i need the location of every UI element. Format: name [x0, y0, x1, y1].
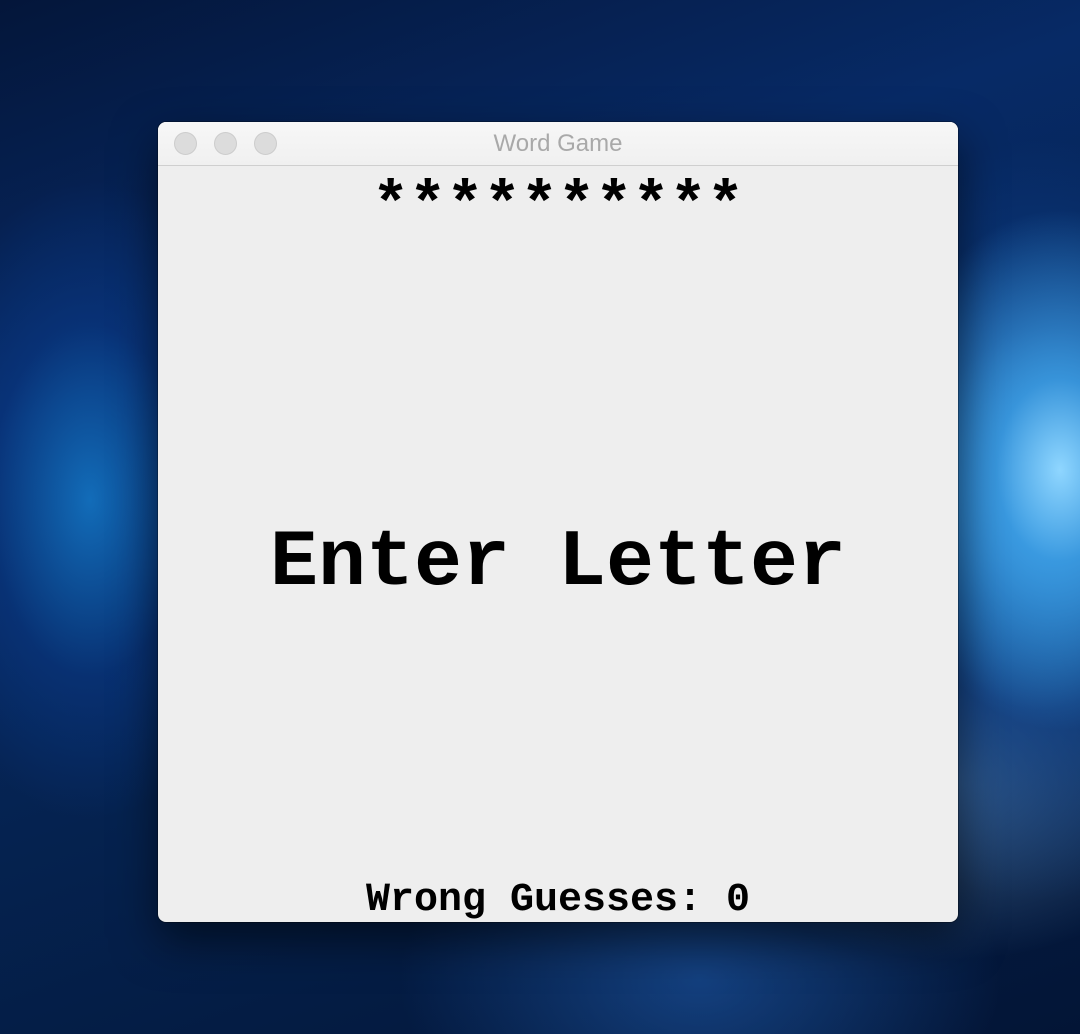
- title-bar[interactable]: Word Game: [158, 122, 958, 166]
- masked-word: **********: [371, 171, 745, 242]
- desktop: { "window": { "title": "Word Game" }, "g…: [0, 0, 1080, 1034]
- wrong-guesses-counter: Wrong Guesses: 0: [365, 878, 751, 922]
- enter-letter-prompt: Enter Letter: [269, 518, 847, 609]
- game-canvas[interactable]: ********** Enter Letter Wrong Guesses: 0: [158, 166, 958, 923]
- window-title: Word Game: [493, 130, 623, 157]
- game-window: Word Game ********** Enter Letter Wrong …: [158, 122, 958, 922]
